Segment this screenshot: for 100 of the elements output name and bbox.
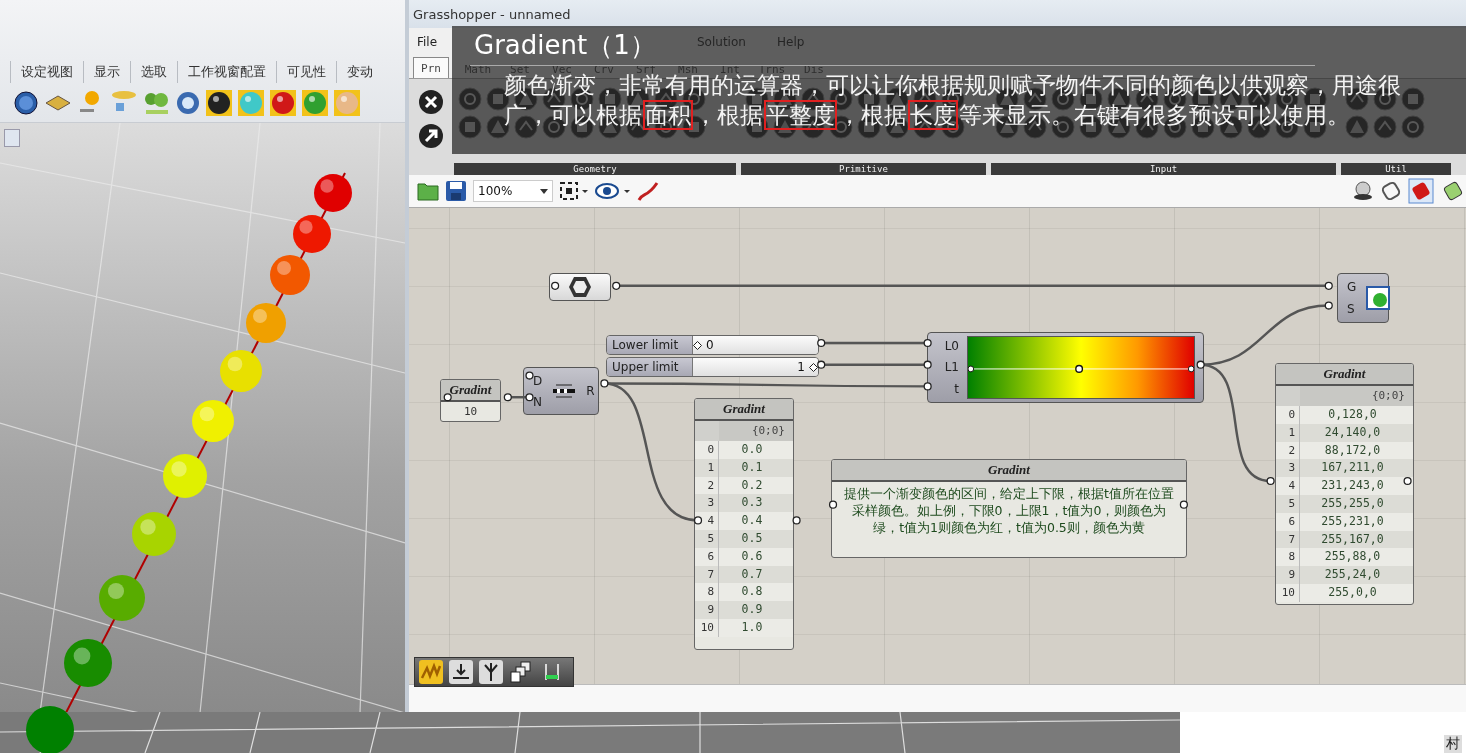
slider-grip[interactable] [809,363,818,372]
hexagon-icon [568,276,592,298]
number-slider[interactable]: Lower limit 0 [606,335,819,355]
preview-off-icon[interactable] [1352,180,1374,202]
row-value: 0.5 [740,530,764,547]
number-slider[interactable]: Upper limit 1 [606,357,819,377]
grip-icon [525,371,534,380]
panel-title: Gradint [695,399,793,421]
ribbon-tab[interactable]: 设定视图 [10,61,81,83]
row-index: 10 [1276,583,1300,602]
input-label: S [1347,302,1355,316]
grip-icon [1179,500,1188,509]
grip-icon [443,393,452,402]
grip-icon [612,281,621,290]
ribbon-tab[interactable]: 工作视窗配置 [177,61,274,83]
group-label: Primitive [741,163,986,175]
row-value: 255,88,0 [1323,548,1382,566]
row-index: 9 [695,601,719,619]
close-icon[interactable] [418,89,444,115]
slider-label: Lower limit [607,336,693,354]
row-value: 255,231,0 [1320,512,1385,530]
row-index: 4 [1276,477,1300,495]
slider-grip[interactable] [693,341,702,350]
grip-icon [525,393,534,402]
grip-icon [503,393,512,402]
grip-icon [1403,476,1412,486]
row-value: 0.8 [740,583,764,601]
wireframe-preview-icon[interactable] [1380,180,1402,202]
overlay-caption: 颜色渐变，非常有用的运算器，可以让你根据规则赋予物件不同的颜色以供观察，用途很广，可以根据面积，根据平整度，根据长度 等来显示。右键有很多预设可以使用。 [503,72,1402,130]
row-value: 0.3 [740,494,764,512]
grip-icon [693,516,703,525]
zoom-extents-icon[interactable] [559,181,589,201]
note-text: 提供一个渐变颜色的区间，给定上下限，根据t值所在位置采样颜色。如上例，下限0，上限1，t值为0，则颜色为绿，t值为1则颜色为红，t值为0.5则，颜色为黄 [843,485,1175,536]
row-index: 0 [695,441,719,459]
group-label: Input [991,163,1336,175]
zigzag-icon[interactable] [419,660,443,684]
eye-icon[interactable] [595,181,631,201]
slider-label: Upper limit [607,358,693,376]
row-value: 0.4 [740,512,764,530]
row-index: 1 [695,458,719,477]
row-value: 0.6 [740,547,764,565]
grip-icon [828,500,838,509]
material-ball-icon[interactable] [206,90,232,116]
ribbon-tab[interactable]: 变动 [336,61,381,83]
grip-icon [792,516,801,525]
input-label: L1 [944,360,959,375]
row-index: 5 [695,530,719,548]
row-value: 255,255,0 [1320,495,1385,512]
row-value: 231,243,0 [1320,477,1385,495]
row-value: 0.2 [740,476,764,494]
input-label: G [1347,280,1357,294]
render-icon[interactable] [14,91,38,115]
ribbon-tab[interactable]: 选取 [130,61,175,83]
row-value: 255,167,0 [1320,530,1385,548]
panel-path: {0;0} [1300,386,1413,406]
row-value: 255,0,0 [1327,583,1378,601]
ribbon-tab[interactable]: 显示 [83,61,128,83]
row-value: 1.0 [740,618,764,636]
sketch-icon[interactable] [637,180,659,202]
row-index: 6 [695,547,719,566]
panel-title: Gradint [832,460,1186,482]
grip-icon [1196,360,1205,369]
shaded-preview-icon[interactable] [1408,178,1434,204]
download-icon[interactable] [449,660,473,684]
row-index: 10 [695,618,719,637]
tree-icon[interactable] [479,660,503,684]
grip-icon [1324,281,1333,290]
row-index: 0 [1276,406,1300,424]
help-icon[interactable] [176,91,200,115]
component-tab[interactable]: Prn [413,57,449,78]
output-label: R [586,384,595,398]
row-value: 0.7 [740,565,764,583]
grip-icon [923,382,932,391]
panel-path: {0;0} [719,421,793,441]
row-index: 6 [1276,512,1300,531]
group-label: Geometry [454,163,736,175]
save-icon[interactable] [445,180,467,202]
grip-icon [600,379,609,388]
panel-title: Gradint [1276,364,1413,386]
overlay-title: Gradient（1） [474,29,656,62]
corner-label: 村 [1444,735,1462,753]
row-value: 0.9 [740,601,764,619]
row-value: 0.0 [740,441,764,458]
row-index: 1 [1276,423,1300,442]
grip-icon [817,360,826,369]
row-value: 88,172,0 [1323,441,1382,459]
slider-value: 0 [706,338,714,352]
grip-icon [1266,476,1275,486]
preview-icon [1366,286,1391,310]
grip-icon [923,360,932,369]
grip-icon [817,338,826,348]
row-index: 5 [1276,495,1300,513]
folder-icon[interactable] [417,180,439,202]
group-label: Util [1341,163,1451,175]
input-label: N [533,394,542,409]
row-value: 0,128,0 [1327,406,1378,423]
zoom-dropdown[interactable]: 100% [473,180,553,202]
slider-value: 1 [797,360,805,374]
ribbon-tab[interactable]: 可见性 [276,61,334,83]
pages-icon[interactable] [509,660,533,684]
